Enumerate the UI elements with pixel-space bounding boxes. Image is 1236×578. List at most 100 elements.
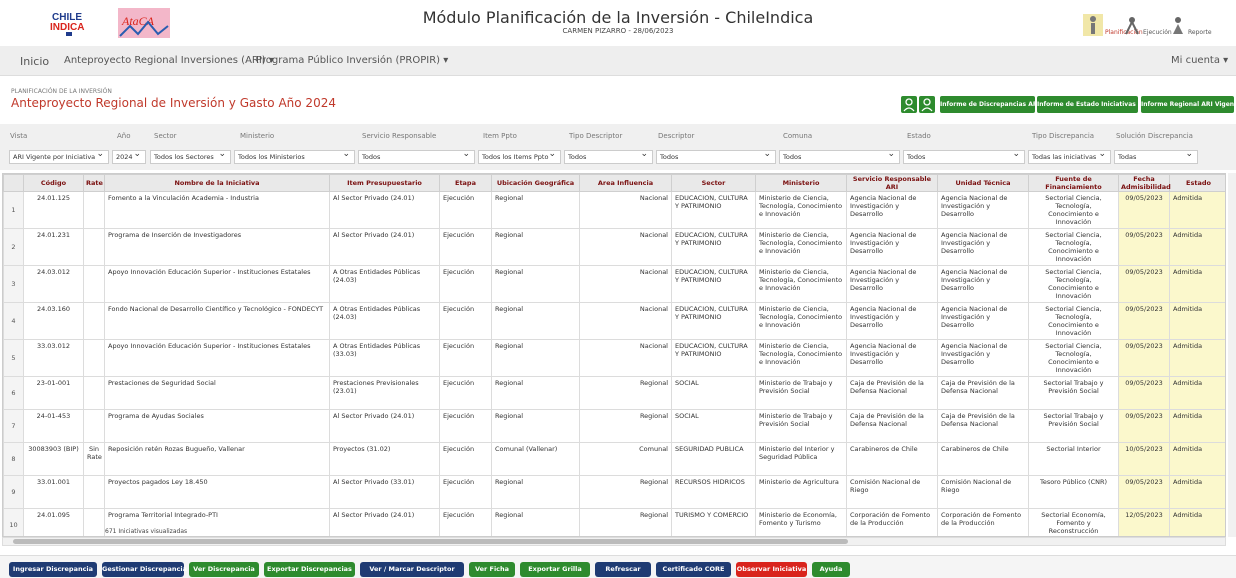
ministerio-select[interactable]: Todos los Ministerios — [234, 150, 355, 164]
footer-button[interactable]: Ayuda — [812, 562, 850, 577]
table-cell: Regional — [491, 302, 580, 340]
report-discrepancias-button[interactable]: Informe de Discrepancias ARI — [940, 96, 1040, 113]
app-title: Módulo Planificación de la Inversión - C… — [422, 8, 814, 27]
column-header[interactable] — [3, 174, 24, 192]
nav-my-account[interactable]: Mi cuenta ▾ — [1171, 55, 1228, 66]
column-header[interactable]: Unidad Técnica — [937, 174, 1029, 192]
table-cell: 7 — [3, 409, 24, 443]
footer-button[interactable]: Ingresar Discrepancia — [9, 562, 97, 577]
vista-select[interactable]: ARI Vigente por Iniciativa — [9, 150, 109, 164]
table-cell: Agencia Nacional de Investigación y Desa… — [846, 265, 938, 303]
table-cell — [83, 265, 105, 303]
table-cell: Agencia Nacional de Investigación y Desa… — [846, 191, 938, 229]
footer-button[interactable]: Gestionar Discrepancia — [102, 562, 187, 577]
column-header[interactable]: Sector — [671, 174, 756, 192]
nav-menu-propir[interactable]: Programa Público Inversión (PROPIR) ▾ — [256, 55, 448, 66]
table-cell: Admitida — [1169, 376, 1225, 410]
vertical-scrollbar[interactable] — [1228, 173, 1236, 537]
table-row[interactable]: 5 33.03.012 Apoyo Innovación Educación Sup… — [3, 339, 1225, 377]
column-header[interactable]: Fuente de Financiamiento — [1028, 174, 1119, 192]
table-cell: Prestaciones Previsionales (23.01) — [329, 376, 440, 410]
table-cell: 10 — [3, 508, 24, 536]
table-cell: Agencia Nacional de Investigación y Desa… — [937, 191, 1029, 229]
column-header[interactable]: Estado — [1169, 174, 1225, 192]
table-cell: Regional — [491, 508, 580, 536]
footer-button[interactable]: Observar Iniciativa — [736, 562, 807, 577]
table-cell: Ministerio de Trabajo y Previsión Social — [755, 409, 847, 443]
footer-button[interactable]: Ver Discrepancia — [189, 562, 259, 577]
filter-label-vista: Vista — [10, 132, 28, 140]
column-header[interactable]: Nombre de la Iniciativa — [104, 174, 330, 192]
nav-label-reporte: Reporte — [1188, 29, 1212, 36]
nav-ejecucion[interactable]: Ejecución — [1123, 6, 1172, 36]
table-row[interactable]: 8 30083903 (BIP) Sin Rate Reposición retén … — [3, 442, 1225, 476]
table-cell: Regional — [491, 376, 580, 410]
column-header[interactable]: Fecha Admisibilidad — [1118, 174, 1171, 192]
table-cell: 09/05/2023 — [1118, 302, 1170, 340]
table-cell: Ministerio de Trabajo y Previsión Social — [755, 376, 847, 410]
table-cell: Sectorial Trabajo y Previsión Social — [1028, 409, 1119, 443]
table-row[interactable]: 6 23-01-001 Prestaciones de Seguridad Soci… — [3, 376, 1225, 410]
column-header[interactable]: Ubicación Geográfica — [491, 174, 580, 192]
tipo-discrepancia-select[interactable]: Todas las iniciativas — [1028, 150, 1111, 164]
table-cell: Al Sector Privado (24.01) — [329, 508, 440, 536]
solucion-select[interactable]: Todas — [1114, 150, 1198, 164]
table-cell: Ejecución — [439, 409, 492, 443]
filter-label-servicio: Servicio Responsable — [362, 132, 437, 140]
footer-button[interactable]: Exportar Discrepancias — [264, 562, 355, 577]
tipo-descriptor-select[interactable]: Todos — [564, 150, 653, 164]
servicio-select[interactable]: Todos — [358, 150, 475, 164]
estado-select[interactable]: Todos — [903, 150, 1025, 164]
footer-button[interactable]: Exportar Grilla — [520, 562, 590, 577]
table-cell: 23-01-001 — [23, 376, 84, 410]
footer-button[interactable]: Certificado CORE — [656, 562, 731, 577]
filter-label-tipo-discrepancia: Tipo Discrepancia — [1032, 132, 1095, 140]
horizontal-scrollbar[interactable] — [2, 537, 1226, 546]
table-row[interactable]: 4 24.03.160 Fondo Nacional de Desarrollo C… — [3, 302, 1225, 340]
report-estado-button[interactable]: Informe de Estado Iniciativas ARI — [1037, 96, 1149, 113]
report-regional-button[interactable]: Informe Regional ARI Vigente — [1141, 96, 1236, 113]
table-cell: Proyectos pagados Ley 18.450 — [104, 475, 330, 509]
nav-menu-ari[interactable]: Anteproyecto Regional Inversiones (ARI) … — [64, 55, 274, 66]
item-select[interactable]: Todos los Items Ppto — [478, 150, 561, 164]
table-cell: Sectorial Economía, Fomento y Reconstruc… — [1028, 508, 1119, 536]
table-cell: Caja de Previsión de la Defensa Nacional — [846, 376, 938, 410]
column-header[interactable]: Etapa — [439, 174, 492, 192]
comuna-select[interactable]: Todos — [779, 150, 900, 164]
table-cell: Sectorial Ciencia, Tecnología, Conocimie… — [1028, 265, 1119, 303]
scroll-thumb[interactable] — [13, 539, 848, 544]
table-cell: EDUCACION, CULTURA Y PATRIMONIO — [671, 191, 756, 229]
filter-label-ano: Año — [117, 132, 131, 140]
column-header[interactable]: Item Presupuestario — [329, 174, 440, 192]
table-row[interactable]: 9 33.01.001 Proyectos pagados Ley 18.450 Al… — [3, 475, 1225, 509]
nav-reporte[interactable]: Reporte — [1170, 6, 1212, 36]
ano-select[interactable]: 2024 — [112, 150, 146, 164]
page-title: Anteproyecto Regional de Inversión y Gas… — [11, 96, 336, 110]
table-row[interactable]: 2 24.01.231 Programa de Inserción de Inves… — [3, 228, 1225, 266]
column-header[interactable]: Código — [23, 174, 84, 192]
planning-icon — [1083, 14, 1103, 36]
iniciativas-grid[interactable]: Código Rate Nombre de la Iniciativa Item Pr… — [2, 173, 1226, 537]
footer-button[interactable]: Refrescar — [595, 562, 651, 577]
table-cell: 24.03.012 — [23, 265, 84, 303]
column-header[interactable]: Servicio Responsable ARI — [846, 174, 938, 192]
table-cell: 24.03.160 — [23, 302, 84, 340]
table-cell: Al Sector Privado (33.01) — [329, 475, 440, 509]
column-header[interactable]: Rate — [83, 174, 105, 192]
table-cell: 2 — [3, 228, 24, 266]
footer-button[interactable]: Ver / Marcar Descriptor — [360, 562, 464, 577]
column-header[interactable]: Ministerio — [755, 174, 847, 192]
table-cell — [83, 302, 105, 340]
table-cell: Nacional — [579, 191, 672, 229]
table-cell: A Otras Entidades Públicas (24.03) — [329, 265, 440, 303]
nav-inicio[interactable]: Inicio — [20, 55, 49, 68]
descriptor-select[interactable]: Todos — [656, 150, 776, 164]
footer-button[interactable]: Ver Ficha — [469, 562, 515, 577]
table-row[interactable]: 7 24-01-453 Programa de Ayudas Sociales Al … — [3, 409, 1225, 443]
table-row[interactable]: 1 24.01.125 Fomento a la Vinculación Acade… — [3, 191, 1225, 229]
table-cell: Regional — [491, 265, 580, 303]
sector-select[interactable]: Todos los Sectores — [150, 150, 231, 164]
table-row[interactable]: 3 24.03.012 Apoyo Innovación Educación Sup… — [3, 265, 1225, 303]
column-header[interactable]: Area Influencia — [579, 174, 672, 192]
table-cell: Comunal — [579, 442, 672, 476]
